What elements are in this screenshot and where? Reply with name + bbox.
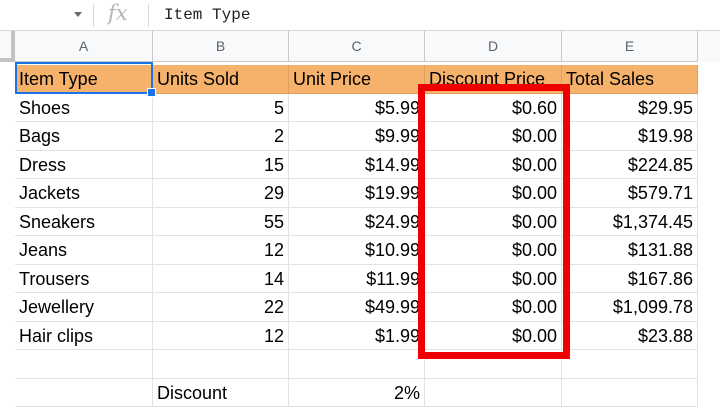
table-cell[interactable]: $167.86 bbox=[562, 264, 698, 293]
column-header-c[interactable]: C bbox=[289, 31, 425, 62]
table-cell[interactable]: 14 bbox=[153, 264, 289, 293]
table-cell[interactable]: 15 bbox=[153, 150, 289, 179]
table-cell[interactable]: Hair clips bbox=[15, 321, 153, 350]
formula-input[interactable]: Item Type bbox=[164, 6, 250, 24]
table-cell[interactable]: Trousers bbox=[15, 264, 153, 293]
table-cell[interactable]: Jackets bbox=[15, 179, 153, 208]
formula-bar: fx Item Type bbox=[0, 0, 720, 31]
table-cell[interactable]: $14.99 bbox=[289, 150, 425, 179]
table-cell[interactable]: 55 bbox=[153, 207, 289, 236]
select-all-corner[interactable] bbox=[0, 31, 15, 62]
table-cell[interactable]: 2% bbox=[289, 378, 425, 407]
table-cell[interactable]: $1,374.45 bbox=[562, 207, 698, 236]
table-cell[interactable]: 29 bbox=[153, 179, 289, 208]
formula-bar-divider bbox=[148, 4, 149, 27]
column-header-b[interactable]: B bbox=[153, 31, 289, 62]
table-cell[interactable] bbox=[15, 378, 153, 407]
table-cell[interactable] bbox=[425, 378, 562, 407]
fx-icon: fx bbox=[108, 1, 128, 25]
table-cell[interactable]: $11.99 bbox=[289, 264, 425, 293]
column-headers: A B C D E bbox=[0, 31, 720, 62]
column-header-e[interactable]: E bbox=[562, 31, 698, 62]
formula-bar-divider bbox=[93, 4, 94, 27]
table-cell[interactable]: $224.85 bbox=[562, 150, 698, 179]
table-cell[interactable]: Bags bbox=[15, 122, 153, 151]
table-cell[interactable] bbox=[562, 378, 698, 407]
header-cell-unit-price[interactable]: Unit Price bbox=[289, 65, 425, 94]
table-cell[interactable]: Jeans bbox=[15, 236, 153, 265]
table-cell[interactable] bbox=[289, 350, 425, 379]
table-cell[interactable] bbox=[153, 350, 289, 379]
table-cell[interactable]: $24.99 bbox=[289, 207, 425, 236]
table-cell[interactable]: $579.71 bbox=[562, 179, 698, 208]
table-cell[interactable]: $1.99 bbox=[289, 321, 425, 350]
table-cell[interactable] bbox=[562, 350, 698, 379]
header-cell-units-sold[interactable]: Units Sold bbox=[153, 65, 289, 94]
table-cell[interactable]: 12 bbox=[153, 321, 289, 350]
table-cell[interactable]: Shoes bbox=[15, 93, 153, 122]
table-cell[interactable]: Sneakers bbox=[15, 207, 153, 236]
table-cell[interactable]: 5 bbox=[153, 93, 289, 122]
column-header-a[interactable]: A bbox=[15, 31, 153, 62]
discount-price-highlight bbox=[418, 84, 570, 359]
name-box-dropdown-icon[interactable] bbox=[74, 12, 82, 17]
table-cell[interactable]: $10.99 bbox=[289, 236, 425, 265]
header-cell-total-sales[interactable]: Total Sales bbox=[562, 65, 698, 94]
fill-handle[interactable] bbox=[147, 88, 156, 97]
table-cell[interactable]: 12 bbox=[153, 236, 289, 265]
table-cell[interactable]: $49.99 bbox=[289, 293, 425, 322]
table-cell[interactable]: Dress bbox=[15, 150, 153, 179]
table-cell[interactable]: $131.88 bbox=[562, 236, 698, 265]
table-cell[interactable]: Jewellery bbox=[15, 293, 153, 322]
table-cell[interactable]: $29.95 bbox=[562, 93, 698, 122]
table-cell[interactable] bbox=[15, 350, 153, 379]
table-cell[interactable]: $19.99 bbox=[289, 179, 425, 208]
table-cell[interactable]: $9.99 bbox=[289, 122, 425, 151]
table-cell[interactable]: $23.88 bbox=[562, 321, 698, 350]
active-cell-selection bbox=[15, 62, 153, 94]
table-cell[interactable]: 22 bbox=[153, 293, 289, 322]
table-cell[interactable]: 2 bbox=[153, 122, 289, 151]
column-header-d[interactable]: D bbox=[425, 31, 562, 62]
table-cell[interactable]: $1,099.78 bbox=[562, 293, 698, 322]
table-cell[interactable]: $19.98 bbox=[562, 122, 698, 151]
table-cell[interactable]: $5.99 bbox=[289, 93, 425, 122]
table-cell[interactable]: Discount bbox=[153, 378, 289, 407]
